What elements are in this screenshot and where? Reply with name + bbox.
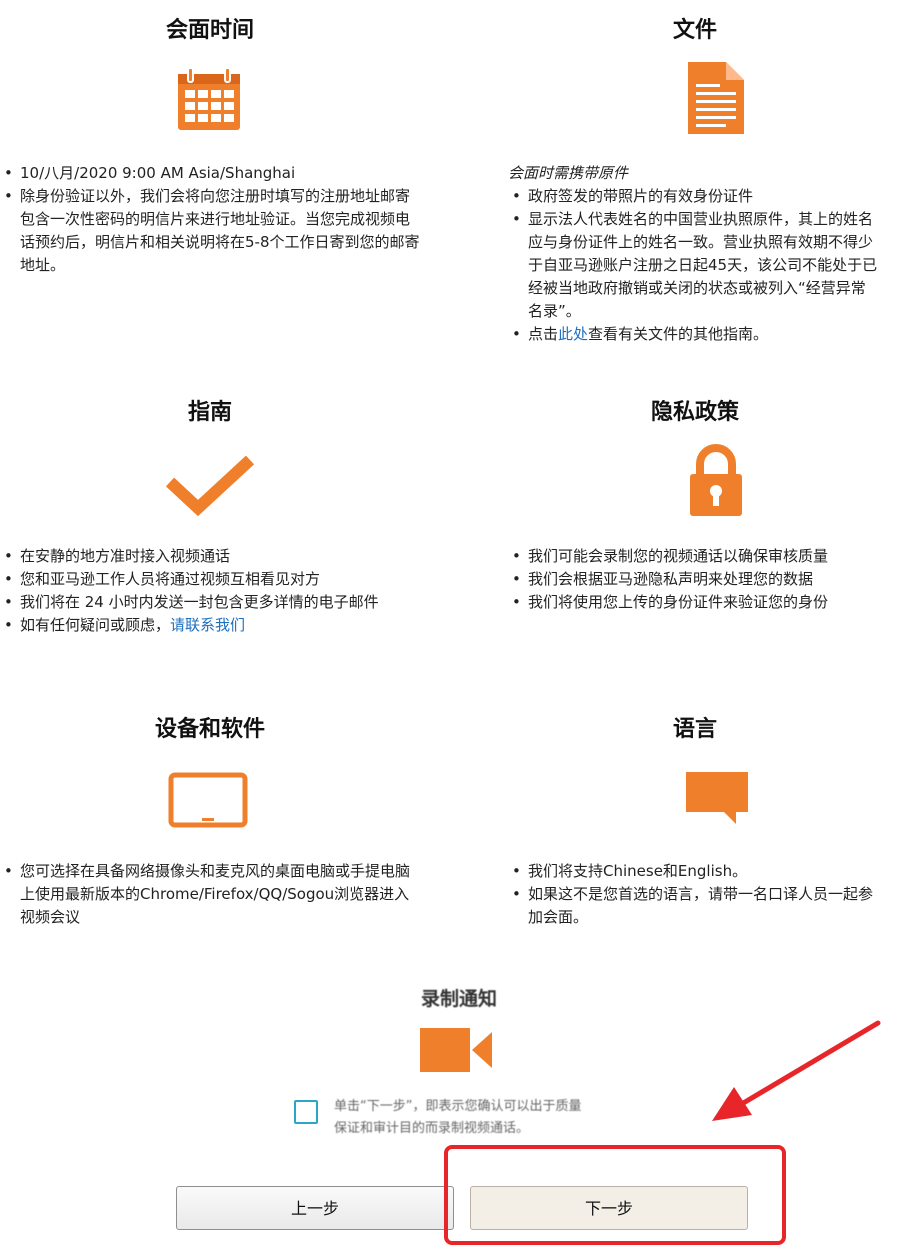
devices-list: 您可选择在具备网络摄像头和麦克风的桌面电脑或手提电脑上使用最新版本的Chrome… xyxy=(0,860,420,929)
guide-section: 指南 在安静的地方准时接入视频通话 您和亚马逊工作人员将通过视频互相看见对方 我… xyxy=(0,380,420,670)
text-line: 显示法人代表姓名的中国营业执照原件，其上的姓名 xyxy=(528,210,874,228)
checkmark-icon xyxy=(165,455,255,516)
text-line: 单击“下一步”，即表示您确认可以出于质量 xyxy=(334,1099,582,1114)
lock-icon xyxy=(690,444,742,516)
list-item: 您可选择在具备网络摄像头和麦克风的桌面电脑或手提电脑上使用最新版本的Chrome… xyxy=(0,860,420,929)
documents-title: 文件 xyxy=(672,18,717,43)
text-line: 经被当地政府撤销或关闭的状态或被列入“经营异常 xyxy=(528,279,866,297)
video-camera-icon xyxy=(420,1028,492,1072)
recording-title: 录制通知 xyxy=(420,988,497,1010)
document-icon xyxy=(688,62,744,134)
list-item: 我们将使用您上传的身份证件来验证您的身份 xyxy=(508,591,918,614)
list-item: 我们将支持Chinese和English。 xyxy=(508,860,918,883)
list-item: 我们会根据亚马逊隐私声明来处理您的数据 xyxy=(508,568,918,591)
guide-title: 指南 xyxy=(187,400,232,425)
text-suffix: 查看有关文件的其他指南。 xyxy=(588,325,769,343)
text-prefix: 如有任何疑问或顾虑， xyxy=(20,616,171,634)
text-line: 于自亚马逊账户注册之日起45天，该公司不能处于已 xyxy=(528,256,878,274)
list-item: 我们可能会录制您的视频通话以确保审核质量 xyxy=(508,545,918,568)
list-item: 如果这不是您首选的语言，请带一名口译人员一起参 加会面。 xyxy=(508,883,918,929)
text-prefix: 点击 xyxy=(528,325,559,343)
documents-section: 文件 会面时需携带原件 政府签发的带照片的有效身份证件 显示法人代表姓名的中国营… xyxy=(500,0,918,360)
devices-title: 设备和软件 xyxy=(154,717,265,742)
devices-section: 设备和软件 您可选择在具备网络摄像头和麦克风的桌面电脑或手提电脑上使用最新版本的… xyxy=(0,700,420,940)
language-title: 语言 xyxy=(672,717,717,742)
meeting-time-list: 10/八月/2020 9:00 AM Asia/Shanghai 除身份验证以外… xyxy=(0,162,420,277)
contact-us-link[interactable]: 请联系我们 xyxy=(170,616,245,634)
privacy-title: 隐私政策 xyxy=(650,400,739,425)
list-item: 显示法人代表姓名的中国营业执照原件，其上的姓名 应与身份证件上的姓名一致。营业执… xyxy=(508,208,918,323)
list-item: 除身份验证以外，我们会将向您注册时填写的注册地址邮寄包含一次性密码的明信片来进行… xyxy=(0,185,420,277)
text-line: 应与身份证件上的姓名一致。营业执照有效期不得少 xyxy=(528,233,874,251)
next-button-highlight xyxy=(444,1145,786,1245)
text-line: 如果这不是您首选的语言，请带一名口译人员一起参 xyxy=(528,885,874,903)
list-item: 政府签发的带照片的有效身份证件 xyxy=(508,185,918,208)
privacy-section: 隐私政策 我们可能会录制您的视频通话以确保审核质量 我们会根据亚马逊隐私声明来处… xyxy=(500,380,918,640)
list-item: 点击此处查看有关文件的其他指南。 xyxy=(508,323,918,346)
documents-guidance-link[interactable]: 此处 xyxy=(558,325,588,343)
list-item: 在安静的地方准时接入视频通话 xyxy=(0,545,420,568)
documents-intro: 会面时需携带原件 xyxy=(508,164,629,182)
guide-list: 在安静的地方准时接入视频通话 您和亚马逊工作人员将通过视频互相看见对方 我们将在… xyxy=(0,545,420,637)
red-arrow-icon xyxy=(712,1020,881,1121)
list-item: 我们将在 24 小时内发送一封包含更多详情的电子邮件 xyxy=(0,591,420,614)
text-line: 名录”。 xyxy=(528,302,581,320)
text-line: 加会面。 xyxy=(528,908,589,926)
language-section: 语言 我们将支持Chinese和English。 如果这不是您首选的语言，请带一… xyxy=(500,700,918,940)
text-line: 保证和审计目的而录制视频通话。 xyxy=(334,1121,530,1136)
language-list: 我们将支持Chinese和English。 如果这不是您首选的语言，请带一名口译… xyxy=(508,860,918,929)
meeting-time-section: 会面时间 10/八月/2020 9:00 AM Asia/Shanghai 除身… xyxy=(0,0,420,300)
documents-list: 政府签发的带照片的有效身份证件 显示法人代表姓名的中国营业执照原件，其上的姓名 … xyxy=(508,185,918,346)
chat-bubble-icon xyxy=(686,772,748,824)
privacy-list: 我们可能会录制您的视频通话以确保审核质量 我们会根据亚马逊隐私声明来处理您的数据… xyxy=(508,545,918,614)
tablet-icon xyxy=(168,772,248,828)
recording-consent-checkbox[interactable] xyxy=(294,1100,318,1124)
meeting-time-title: 会面时间 xyxy=(165,18,254,43)
list-item: 您和亚马逊工作人员将通过视频互相看见对方 xyxy=(0,568,420,591)
recording-consent-text: 单击“下一步”，即表示您确认可以出于质量 保证和审计目的而录制视频通话。 xyxy=(334,1096,654,1140)
list-item: 10/八月/2020 9:00 AM Asia/Shanghai xyxy=(0,162,420,185)
calendar-icon xyxy=(178,67,240,130)
previous-button[interactable]: 上一步 xyxy=(176,1186,454,1230)
list-item: 如有任何疑问或顾虑，请联系我们 xyxy=(0,614,420,637)
